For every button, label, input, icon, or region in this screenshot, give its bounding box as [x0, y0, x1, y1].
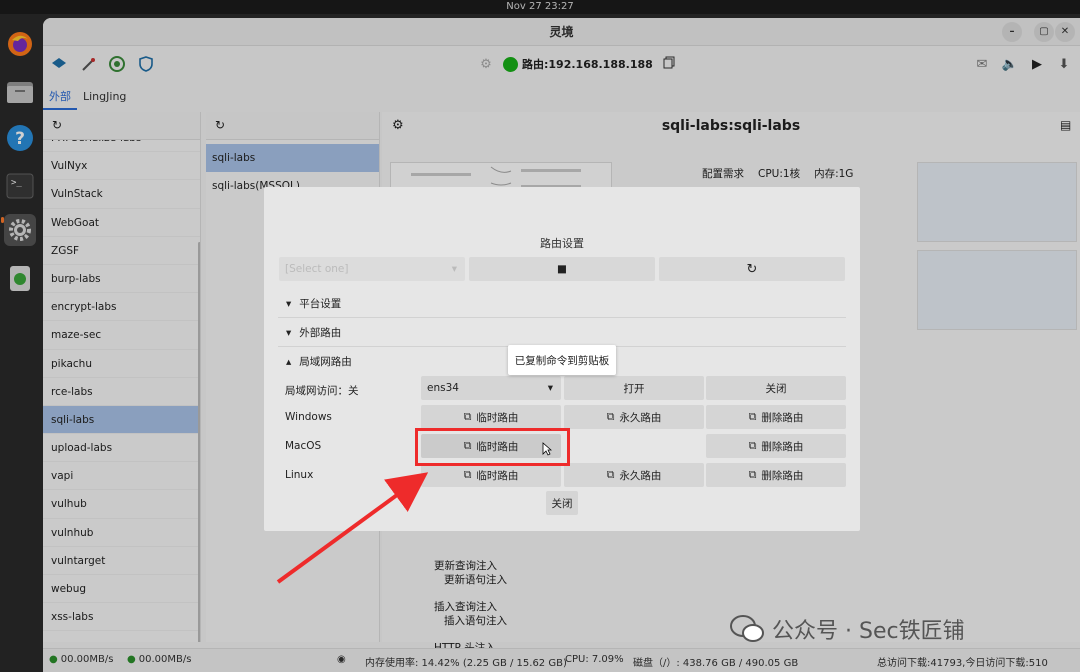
watermark-text: 公众号 · Sec铁匠铺 — [772, 619, 965, 644]
mouse-cursor-icon — [542, 442, 552, 456]
watermark: 公众号 · Sec铁匠铺 — [730, 612, 965, 646]
wechat-icon — [730, 615, 764, 642]
annotation-arrow — [276, 472, 429, 584]
